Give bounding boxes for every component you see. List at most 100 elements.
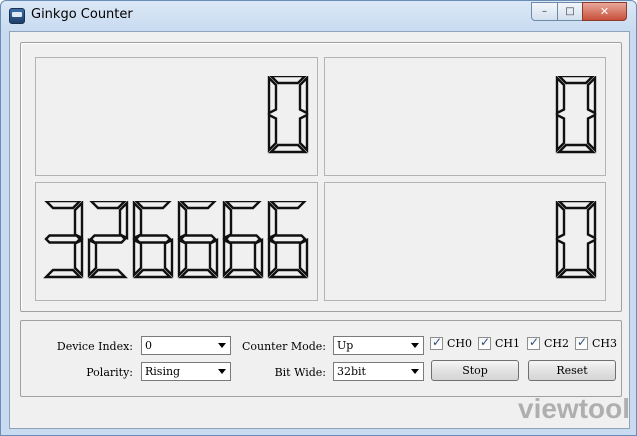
ch2-label: CH2	[544, 337, 570, 350]
segment-c	[253, 238, 264, 278]
segment-d	[268, 268, 308, 279]
segment-a	[134, 201, 172, 210]
checkmark-icon: ✓	[480, 335, 491, 349]
window-title: Ginkgo Counter	[31, 7, 133, 22]
bit-wide-label: Bit Wide:	[274, 366, 326, 379]
digit-1	[43, 201, 84, 279]
segment-g	[224, 234, 262, 244]
ch2-checkbox[interactable]: ✓	[527, 335, 540, 350]
segment-b	[118, 201, 129, 240]
ch0-label: CH0	[447, 337, 473, 350]
digit-6	[267, 201, 309, 279]
ch3-checkbox[interactable]: ✓	[575, 335, 588, 350]
segment-b	[586, 201, 597, 240]
counter-mode-value: Up	[337, 339, 354, 352]
segment-c	[586, 113, 597, 153]
segment-d	[178, 268, 218, 279]
counter-display-group	[20, 42, 622, 312]
segment-b	[73, 201, 84, 240]
digit-1	[555, 76, 597, 154]
counter-panel-ch2	[35, 182, 318, 301]
segment-g	[179, 234, 217, 244]
segment-a	[44, 201, 82, 210]
segment-f	[222, 201, 233, 240]
segment-c	[586, 238, 597, 278]
segment-c	[73, 238, 84, 278]
segment-d	[133, 268, 173, 279]
segment-d	[556, 143, 596, 154]
counter-display-ch0	[267, 76, 309, 154]
segment-d	[88, 268, 128, 279]
segment-a	[269, 76, 307, 85]
segment-b	[298, 76, 309, 115]
counter-mode-label: Counter Mode:	[241, 340, 326, 353]
segment-e	[555, 238, 566, 278]
polarity-value: Rising	[145, 365, 181, 378]
segment-d	[43, 268, 83, 279]
bit-wide-value: 32bit	[337, 365, 366, 378]
digit-1	[267, 76, 309, 154]
segment-e	[267, 113, 278, 153]
checkmark-icon: ✓	[577, 335, 588, 349]
segment-g	[134, 234, 172, 244]
segment-a	[89, 201, 127, 210]
stop-button[interactable]: Stop	[431, 360, 519, 381]
counter-panel-ch3	[324, 182, 606, 301]
app-window: Ginkgo Counter – □ ✕ Device Index: 0 Pol…	[0, 0, 637, 436]
polarity-select[interactable]: Rising	[141, 362, 231, 381]
minimize-button[interactable]: –	[531, 2, 558, 21]
ch1-checkbox[interactable]: ✓	[478, 335, 491, 350]
segment-d	[223, 268, 263, 279]
viewtool-logo: viewtool	[518, 393, 630, 424]
segment-d	[268, 143, 308, 154]
ch1-label: CH1	[495, 337, 521, 350]
segment-a	[179, 201, 217, 210]
bit-wide-select[interactable]: 32bit	[333, 362, 424, 381]
counter-display-ch3	[555, 201, 597, 279]
segment-b	[586, 76, 597, 115]
segment-a	[557, 76, 595, 85]
segment-g	[44, 234, 82, 244]
segment-c	[208, 238, 219, 278]
maximize-button[interactable]: □	[557, 2, 583, 21]
title-bar[interactable]: Ginkgo Counter – □ ✕	[1, 1, 636, 31]
app-icon	[9, 8, 25, 24]
segment-e	[177, 238, 188, 278]
segment-c	[298, 113, 309, 153]
segment-f	[132, 201, 143, 240]
device-index-select[interactable]: 0	[141, 336, 231, 355]
segment-g	[269, 234, 307, 244]
ch3-label: CH3	[592, 337, 618, 350]
segment-e	[87, 238, 98, 278]
chevron-down-icon	[411, 343, 419, 348]
segment-c	[298, 238, 309, 278]
segment-f	[177, 201, 188, 240]
digit-4	[177, 201, 219, 279]
digit-1	[555, 201, 597, 279]
polarity-label: Polarity:	[86, 366, 133, 379]
segment-a	[224, 201, 262, 210]
digit-2	[87, 201, 129, 279]
segment-a	[557, 201, 595, 210]
segment-c	[163, 238, 174, 278]
segment-f	[267, 201, 278, 240]
digit-5	[222, 201, 264, 279]
close-button[interactable]: ✕	[582, 2, 627, 21]
counter-display-ch2	[43, 201, 309, 279]
counter-mode-select[interactable]: Up	[333, 336, 424, 355]
checkmark-icon: ✓	[529, 335, 540, 349]
settings-group: Device Index: 0 Polarity: Rising Counter…	[20, 320, 622, 397]
ch0-checkbox[interactable]: ✓	[430, 335, 443, 350]
segment-f	[555, 201, 566, 240]
counter-panel-ch1	[324, 57, 606, 176]
segment-e	[222, 238, 233, 278]
chevron-down-icon	[411, 369, 419, 374]
segment-f	[555, 76, 566, 115]
reset-button[interactable]: Reset	[528, 360, 616, 381]
checkmark-icon: ✓	[432, 335, 443, 349]
counter-panel-ch0	[35, 57, 318, 176]
segment-f	[267, 76, 278, 115]
chevron-down-icon	[218, 343, 226, 348]
digit-3	[132, 201, 174, 279]
watermark-text: viewtool	[518, 393, 630, 424]
